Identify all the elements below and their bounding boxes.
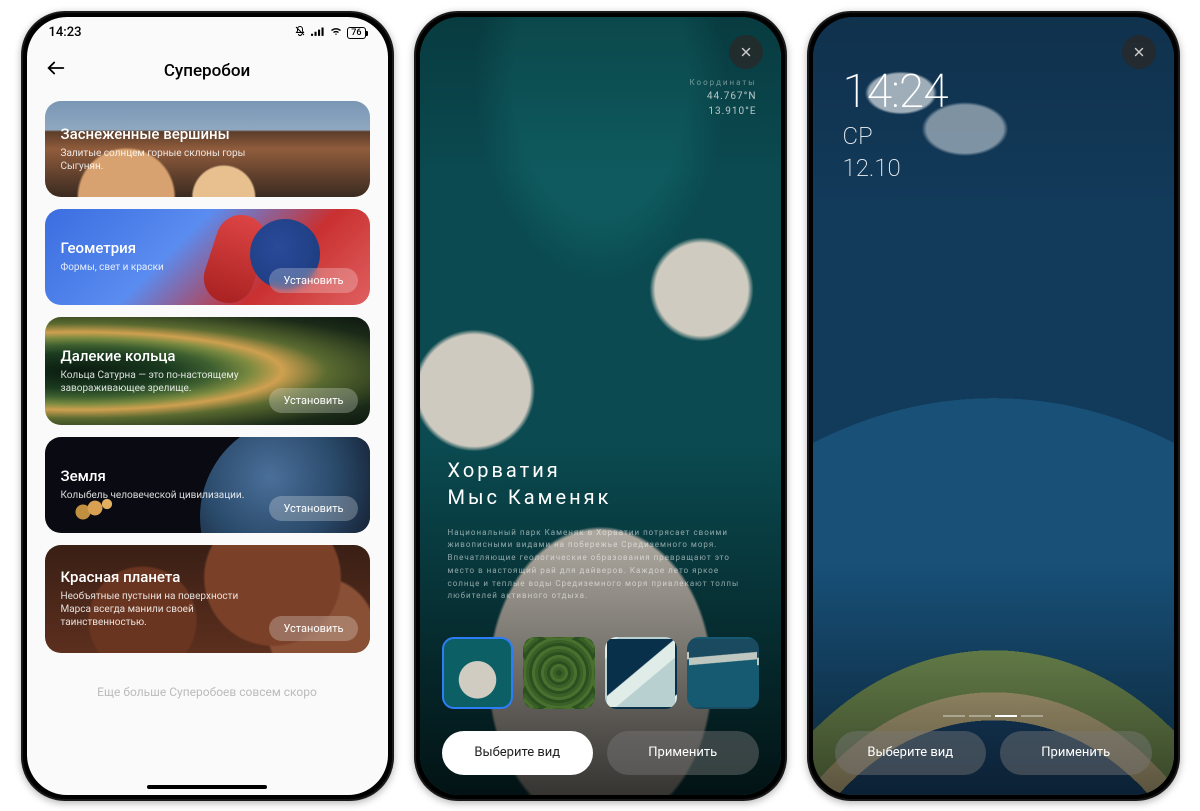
- page-title: Суперобои: [27, 61, 388, 81]
- signal-icon: [311, 25, 325, 41]
- coords-label: Координаты: [690, 77, 757, 89]
- location-line1: Хорватия: [448, 457, 612, 484]
- install-button[interactable]: Установить: [269, 616, 357, 641]
- screen: 14:24 СР 12.10 Выберите вид Применить: [813, 17, 1174, 795]
- location-description: Национальный парк Каменяк в Хорватии пот…: [448, 527, 753, 604]
- select-view-button[interactable]: Выберите вид: [442, 731, 594, 775]
- status-time: 14:23: [49, 25, 82, 40]
- card-subtitle: Залитые солнцем горные склоны горы Сыгун…: [61, 147, 251, 173]
- card-subtitle: Формы, свет и краски: [61, 261, 251, 274]
- card-rings[interactable]: Далекие кольца Кольца Сатурна — это по-н…: [45, 317, 370, 425]
- thumbnail-coast[interactable]: [687, 637, 759, 709]
- footer-note: Еще больше Суперобоев совсем скоро: [27, 685, 388, 699]
- card-subtitle: Необъятные пустыни на поверхности Марса …: [61, 590, 251, 629]
- card-title: Земля: [61, 467, 354, 485]
- home-indicator[interactable]: [147, 785, 267, 789]
- select-view-button[interactable]: Выберите вид: [835, 731, 987, 775]
- coords-lon: 13.910°E: [690, 104, 757, 119]
- status-right: 76: [293, 25, 365, 41]
- wifi-icon: [329, 25, 343, 41]
- thumbnail-iceberg[interactable]: [605, 637, 677, 709]
- lock-time: 14:24: [843, 65, 948, 119]
- close-button[interactable]: [1122, 35, 1156, 69]
- location-title: Хорватия Мыс Каменяк: [448, 457, 612, 511]
- page-dot[interactable]: [1021, 715, 1043, 717]
- page-dot[interactable]: [943, 715, 965, 717]
- card-subtitle: Колыбель человеческой цивилизации.: [61, 489, 251, 502]
- card-earth[interactable]: Земля Колыбель человеческой цивилизации.…: [45, 437, 370, 533]
- screen: Координаты 44.767°N 13.910°E Хорватия Мы…: [420, 17, 781, 795]
- card-title: Геометрия: [61, 239, 354, 257]
- phone-1-superwallpapers-list: 14:23 76 Суперобои: [21, 11, 394, 801]
- close-button[interactable]: [729, 35, 763, 69]
- location-line2: Мыс Каменяк: [448, 484, 612, 511]
- phone-3-lockscreen-preview: 14:24 СР 12.10 Выберите вид Применить: [807, 11, 1180, 801]
- screen: 14:23 76 Суперобои: [27, 17, 388, 795]
- card-title: Заснеженные вершины: [61, 125, 354, 143]
- page-indicator: [943, 715, 1043, 717]
- install-button[interactable]: Установить: [269, 268, 357, 293]
- coordinates: Координаты 44.767°N 13.910°E: [690, 77, 757, 119]
- coords-lat: 44.767°N: [690, 89, 757, 104]
- status-bar: 14:23 76: [27, 17, 388, 49]
- card-title: Далекие кольца: [61, 347, 354, 365]
- lock-clock: 14:24 СР 12.10: [843, 65, 948, 183]
- apply-button[interactable]: Применить: [1000, 731, 1152, 775]
- bottom-buttons: Выберите вид Применить: [835, 731, 1152, 775]
- card-subtitle: Кольца Сатурна — это по-настоящему завор…: [61, 369, 251, 395]
- install-button[interactable]: Установить: [269, 388, 357, 413]
- card-list: Заснеженные вершины Залитые солнцем горн…: [27, 93, 388, 661]
- apply-button[interactable]: Применить: [607, 731, 759, 775]
- page-dot[interactable]: [969, 715, 991, 717]
- lock-day: СР: [843, 121, 948, 151]
- phone-2-wallpaper-detail: Координаты 44.767°N 13.910°E Хорватия Мы…: [414, 11, 787, 801]
- dnd-icon: [293, 25, 307, 41]
- thumbnail-terraces[interactable]: [523, 637, 595, 709]
- bottom-buttons: Выберите вид Применить: [442, 731, 759, 775]
- card-geometry[interactable]: Геометрия Формы, свет и краски Установит…: [45, 209, 370, 305]
- thumbnail-row: [442, 637, 759, 709]
- thumbnail-rocks[interactable]: [442, 637, 514, 709]
- card-title: Красная планета: [61, 568, 354, 586]
- back-button[interactable]: [45, 57, 67, 85]
- page-dot-active[interactable]: [995, 715, 1017, 717]
- lock-date: 12.10: [843, 153, 948, 183]
- nav-bar: Суперобои: [27, 49, 388, 93]
- card-mountains[interactable]: Заснеженные вершины Залитые солнцем горн…: [45, 101, 370, 197]
- card-mars[interactable]: Красная планета Необъятные пустыни на по…: [45, 545, 370, 653]
- battery-icon: 76: [347, 27, 365, 39]
- install-button[interactable]: Установить: [269, 496, 357, 521]
